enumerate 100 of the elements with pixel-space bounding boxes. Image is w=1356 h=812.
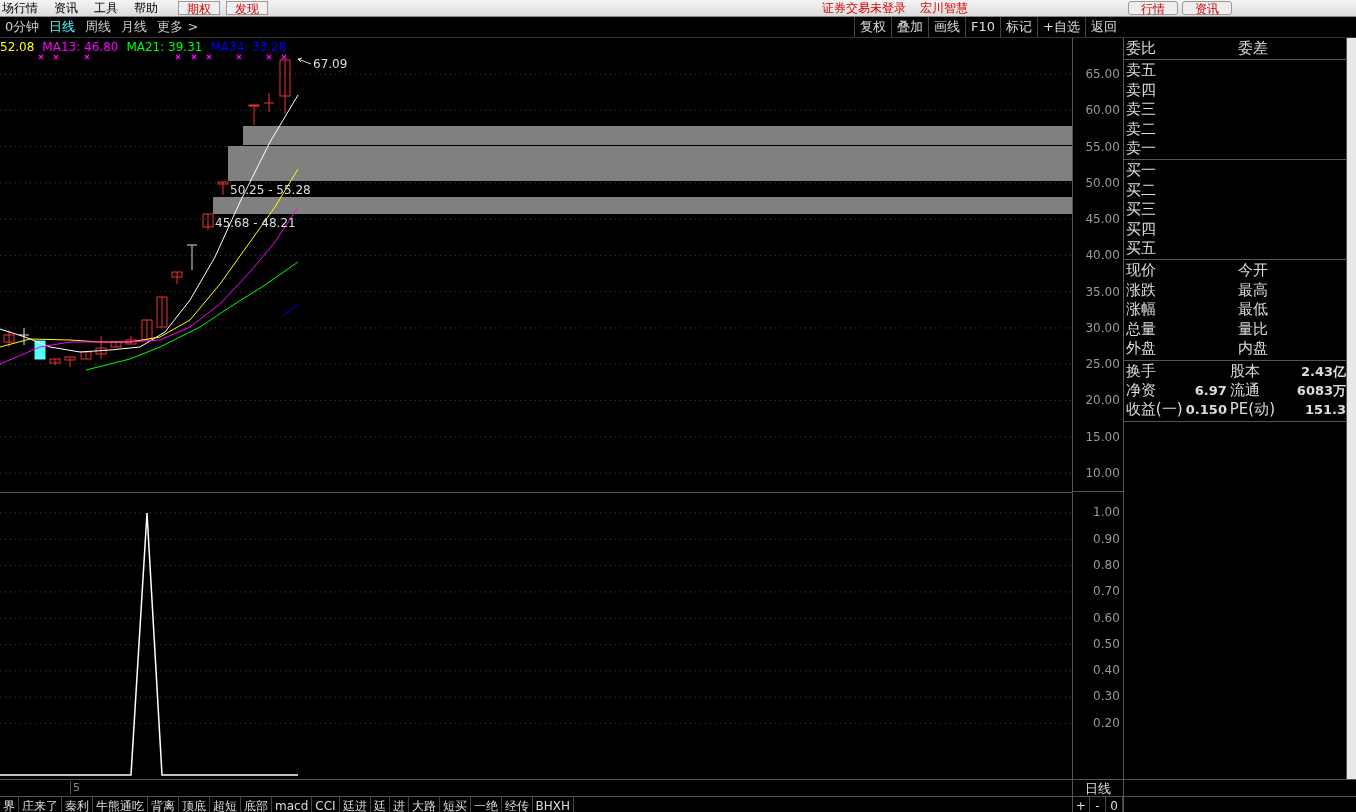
menu-item[interactable]: 工具 xyxy=(92,0,132,17)
axis-label: 45.00 xyxy=(1085,212,1120,227)
field-label: 涨跌 xyxy=(1125,280,1157,301)
field-label: 现价 xyxy=(1125,261,1157,281)
toolbar-button[interactable]: 复权 xyxy=(854,17,892,37)
axis-label: 0.40 xyxy=(1093,663,1120,678)
toolbar-button[interactable]: 返回 xyxy=(1085,17,1122,37)
axis-label: 10.00 xyxy=(1085,466,1120,480)
field-label: 卖五 xyxy=(1125,61,1157,81)
field-value: 151.3 xyxy=(1303,401,1347,420)
indicator-tab[interactable]: 背离 xyxy=(148,797,179,812)
axis-label: 30.00 xyxy=(1085,320,1120,335)
menu-item[interactable]: 帮助 xyxy=(132,0,172,17)
indicator-tab[interactable]: 廷 xyxy=(370,797,390,812)
indicator-tab[interactable]: 廷进 xyxy=(339,797,371,812)
arrow-icon xyxy=(297,57,312,65)
toolbar-button[interactable]: 叠加 xyxy=(891,17,929,37)
period-tab[interactable]: 0分钟 xyxy=(0,18,45,36)
field-label: 涨幅 xyxy=(1125,300,1157,320)
field-label: 卖一 xyxy=(1125,139,1157,159)
zoom-button[interactable]: - xyxy=(1089,797,1107,812)
toolbar-button[interactable]: F10 xyxy=(965,17,1001,37)
login-status: 证券交易未登录 xyxy=(821,0,907,17)
axis-label: 25.00 xyxy=(1085,357,1120,372)
field-label: 买四 xyxy=(1125,219,1157,240)
field-value: 0.150 xyxy=(1185,401,1228,420)
indicator-legend: MA34: 33.28 xyxy=(210,40,287,54)
menu-button[interactable]: 发现 xyxy=(226,1,268,15)
price-label: 67.09 xyxy=(313,57,348,71)
indicator-tab[interactable]: BHXH xyxy=(532,797,575,812)
nav-button[interactable]: 资讯 xyxy=(1182,1,1232,15)
field-label: 买一 xyxy=(1125,161,1157,181)
period-tab[interactable]: 月线 xyxy=(116,18,153,36)
field-label: 流通 xyxy=(1229,380,1261,401)
field-label: 买五 xyxy=(1125,239,1157,259)
axis-label: 1.00 xyxy=(1093,505,1120,520)
nav-button[interactable]: 行情 xyxy=(1128,1,1178,15)
indicator-tab[interactable]: 界 xyxy=(0,797,19,812)
field-label: 卖三 xyxy=(1125,100,1157,120)
indicator-tab[interactable]: 牛熊通吃 xyxy=(93,797,148,812)
field-label: 委差 xyxy=(1237,39,1269,59)
axis-label: 0.20 xyxy=(1093,715,1120,730)
indicator-legend: 52.08 xyxy=(0,40,35,54)
period-tab[interactable]: 日线 xyxy=(44,18,81,36)
indicator-tab[interactable]: 底部 xyxy=(241,797,272,812)
field-label: PE(动) xyxy=(1229,400,1277,420)
menu-item[interactable]: 资讯 xyxy=(52,0,92,17)
indicator-tab[interactable]: 秦利 xyxy=(62,797,93,812)
field-label: 净资 xyxy=(1125,380,1157,401)
axis-label: 60.00 xyxy=(1085,103,1120,118)
indicator-legend: MA13: 46.80 xyxy=(42,40,119,54)
indicator-tab[interactable]: 超短 xyxy=(210,797,241,812)
axis-label: 0.50 xyxy=(1093,636,1120,651)
field-label: 最低 xyxy=(1237,300,1269,320)
field-label: 卖四 xyxy=(1125,80,1157,101)
axis-label: 40.00 xyxy=(1085,248,1120,263)
axis-label: 0.90 xyxy=(1093,531,1120,546)
field-label: 卖二 xyxy=(1125,119,1157,140)
axis-label: 0.80 xyxy=(1093,558,1120,572)
axis-label: 0.70 xyxy=(1093,584,1120,599)
field-label: 股本 xyxy=(1229,361,1261,381)
toolbar-button[interactable]: +自选 xyxy=(1037,17,1085,37)
menu-button[interactable]: 期权 xyxy=(178,1,220,15)
field-label: 换手 xyxy=(1125,361,1157,381)
toolbar-button[interactable]: 画线 xyxy=(928,17,966,37)
indicator-tab[interactable]: macd xyxy=(272,797,313,812)
indicator-tab[interactable]: 进 xyxy=(389,797,409,812)
stock-name: 宏川智慧 xyxy=(919,0,969,17)
period-tab[interactable]: 周线 xyxy=(80,18,117,36)
axis-label: 20.00 xyxy=(1085,393,1120,408)
zoom-button[interactable]: 0 xyxy=(1106,797,1123,812)
axis-label: 0.60 xyxy=(1093,610,1120,625)
field-value: 6083万 xyxy=(1295,381,1347,400)
indicator-tab[interactable]: 庄来了 xyxy=(19,797,62,812)
axis-label: 35.00 xyxy=(1085,284,1120,299)
zoom-button[interactable]: + xyxy=(1073,797,1090,812)
field-value: 6.97 xyxy=(1193,381,1228,400)
axis-label: 55.00 xyxy=(1085,139,1120,154)
field-label: 总量 xyxy=(1125,319,1157,340)
field-label: 收益(一) xyxy=(1125,400,1184,420)
period-label: 日线 xyxy=(1072,780,1124,796)
period-tab[interactable]: 更多 > xyxy=(152,18,204,36)
axis-label: 50.00 xyxy=(1085,175,1120,190)
axis-label: 0.30 xyxy=(1093,689,1120,704)
field-label: 委比 xyxy=(1125,39,1157,59)
field-label: 外盘 xyxy=(1125,339,1157,359)
indicator-tab[interactable]: 经传 xyxy=(501,797,533,812)
field-label: 内盘 xyxy=(1237,339,1269,359)
field-label: 最高 xyxy=(1237,280,1269,301)
field-label: 买二 xyxy=(1125,180,1157,201)
field-label: 买三 xyxy=(1125,200,1157,220)
toolbar-button[interactable]: 标记 xyxy=(1000,17,1038,37)
field-value: 2.43亿 xyxy=(1299,362,1347,381)
indicator-legend: MA21: 39.31 xyxy=(126,40,203,54)
indicator-tab[interactable]: 一绝 xyxy=(470,797,502,812)
menu-item[interactable]: 场行情 xyxy=(0,0,52,17)
indicator-tab[interactable]: 顶底 xyxy=(179,797,210,812)
indicator-tab[interactable]: 短买 xyxy=(439,797,471,812)
indicator-tab[interactable]: 大路 xyxy=(408,797,440,812)
indicator-tab[interactable]: CCI xyxy=(312,797,340,812)
